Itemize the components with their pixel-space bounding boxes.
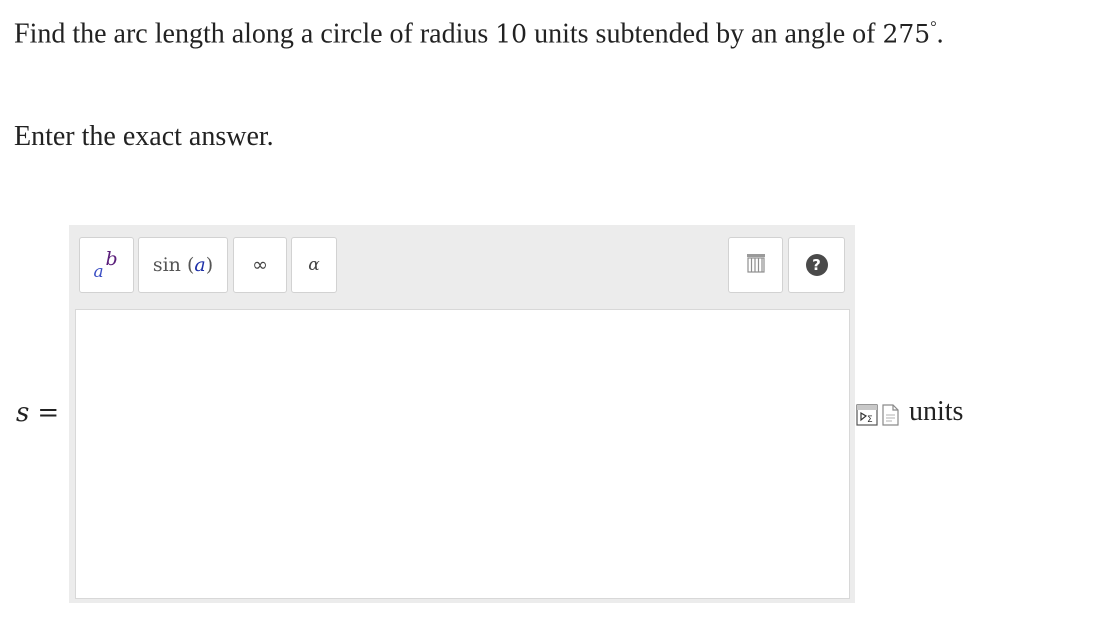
sin-arg: a [194,254,206,276]
help-button[interactable]: ? [788,237,845,293]
document-icon[interactable] [880,403,900,432]
greek-letters-button[interactable]: α [291,237,337,293]
greek-alpha-icon: α [308,255,320,275]
math-toolbar: a b sin (a) ∞ α ? [69,225,855,305]
question-angle: 275 [882,19,931,49]
superscript-button[interactable]: a b [79,237,134,293]
answer-variable: s [16,398,30,428]
question-middle: units subtended by an angle of [534,18,876,50]
instruction-text: Enter the exact answer. [14,121,274,152]
question-radius: 10 [495,19,528,49]
trig-function-button[interactable]: sin (a) [138,237,228,293]
question-prefix: Find the arc length along a circle of ra… [14,18,489,50]
question-text: Find the arc length along a circle of ra… [14,10,944,52]
infinity-icon: ∞ [252,254,268,276]
power-exponent: b [105,248,118,270]
infinity-button[interactable]: ∞ [233,237,287,293]
svg-text:Σ: Σ [867,415,873,425]
keyboard-icon [745,252,767,279]
question-suffix: . [936,18,944,50]
answer-equals: = [37,398,60,428]
sin-close: ) [205,254,214,276]
editor-side-icons: Σ [856,403,900,432]
trig-function-icon: sin (a) [153,254,213,276]
superscript-icon: a b [92,248,122,282]
sin-func: sin [152,254,181,276]
help-icon: ? [805,254,828,276]
units-label: units [909,396,964,427]
answer-input[interactable] [75,309,850,599]
equation-editor-icon[interactable]: Σ [856,403,878,432]
power-base: a [93,262,104,282]
keyboard-button[interactable] [728,237,783,293]
math-editor: a b sin (a) ∞ α ? [69,225,855,603]
answer-variable-label: s = [16,398,59,428]
